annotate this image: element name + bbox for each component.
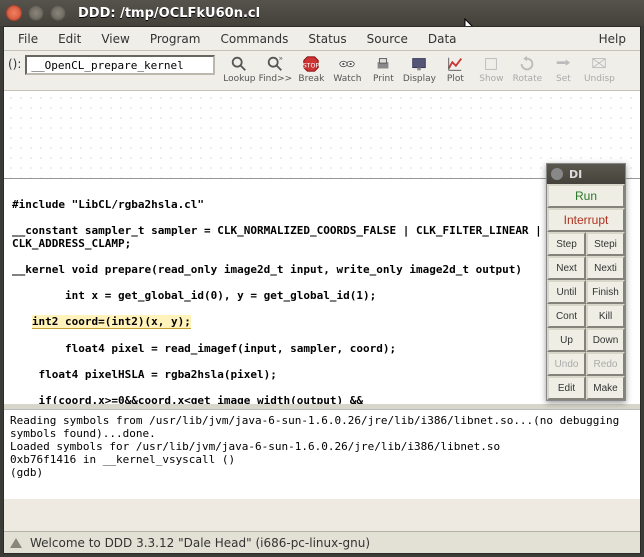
menu-program[interactable]: Program — [140, 30, 211, 48]
find-button[interactable]: » Find>> — [257, 53, 293, 86]
down-button[interactable]: Down — [586, 328, 625, 352]
source-line — [12, 302, 632, 315]
until-button[interactable]: Until — [547, 280, 586, 304]
status-bar: Welcome to DDD 3.3.12 "Dale Head" (i686-… — [4, 531, 640, 553]
source-line: int2 coord=(int2)(x, y); — [12, 315, 632, 329]
window-maximize-icon[interactable] — [50, 5, 66, 21]
plot-button[interactable]: Plot — [437, 53, 473, 86]
menu-commands[interactable]: Commands — [210, 30, 298, 48]
source-line — [12, 355, 632, 368]
step-button[interactable]: Step — [547, 232, 586, 256]
source-line: float4 pixelHSLA = rgba2hsla(pixel); — [12, 368, 632, 381]
interrupt-button[interactable]: Interrupt — [547, 208, 625, 232]
source-line: __kernel void prepare(read_only image2d_… — [12, 263, 632, 276]
source-line — [12, 211, 632, 224]
gdb-console[interactable]: Reading symbols from /usr/lib/jvm/java-6… — [4, 409, 640, 499]
menu-source[interactable]: Source — [357, 30, 418, 48]
print-button[interactable]: Print — [365, 53, 401, 86]
finish-button[interactable]: Finish — [586, 280, 625, 304]
set-button[interactable]: Set — [545, 53, 581, 86]
run-button[interactable]: Run — [547, 184, 625, 208]
data-display-pane[interactable] — [4, 91, 640, 179]
next-button[interactable]: Next — [547, 256, 586, 280]
edit-button[interactable]: Edit — [547, 376, 586, 400]
display-button[interactable]: Display — [401, 53, 437, 86]
window-titlebar: DDD: /tmp/OCLFkU60n.cl — [0, 0, 644, 26]
source-line: float4 pixel = read_imagef(input, sample… — [12, 342, 632, 355]
make-button[interactable]: Make — [586, 376, 625, 400]
source-line: __constant sampler_t sampler = CLK_NORMA… — [12, 224, 632, 237]
break-button[interactable]: STOP Break — [293, 53, 329, 86]
source-line — [12, 329, 632, 342]
cont-button[interactable]: Cont — [547, 304, 586, 328]
function-input[interactable] — [25, 55, 215, 75]
source-line — [12, 276, 632, 289]
svg-text:»: » — [279, 55, 283, 62]
menu-help[interactable]: Help — [589, 30, 636, 48]
undo-button[interactable]: Undo — [547, 352, 586, 376]
menu-data[interactable]: Data — [418, 30, 467, 48]
function-label: (): — [8, 53, 21, 71]
status-indicator-icon — [10, 538, 22, 548]
watch-button[interactable]: Watch — [329, 53, 365, 86]
stepi-button[interactable]: Stepi — [586, 232, 625, 256]
menu-edit[interactable]: Edit — [48, 30, 91, 48]
menu-file[interactable]: File — [8, 30, 48, 48]
source-line: CLK_ADDRESS_CLAMP; — [12, 237, 632, 250]
redo-button[interactable]: Redo — [586, 352, 625, 376]
toolbar: (): Lookup » Find>> STOP Break Watch Pri… — [4, 51, 640, 91]
svg-text:STOP: STOP — [303, 63, 320, 70]
window-close-icon[interactable] — [6, 5, 22, 21]
menu-view[interactable]: View — [91, 30, 139, 48]
source-line — [12, 250, 632, 263]
menu-status[interactable]: Status — [298, 30, 356, 48]
nexti-button[interactable]: Nexti — [586, 256, 625, 280]
source-line: #include "LibCL/rgba2hsla.cl" — [12, 198, 632, 211]
source-line: int x = get_global_id(0), y = get_global… — [12, 289, 632, 302]
source-pane[interactable]: #include "LibCL/rgba2hsla.cl" __constant… — [4, 179, 640, 409]
lookup-button[interactable]: Lookup — [221, 53, 257, 86]
window-minimize-icon[interactable] — [28, 5, 44, 21]
menubar: FileEditViewProgramCommandsStatusSourceD… — [4, 27, 640, 51]
show-button[interactable]: Show — [473, 53, 509, 86]
undisp-button[interactable]: Undisp — [581, 53, 617, 86]
command-tool-close-icon[interactable] — [551, 168, 563, 180]
window-title: DDD: /tmp/OCLFkU60n.cl — [78, 6, 260, 21]
command-tool-panel: DI Run Interrupt StepStepiNextNextiUntil… — [546, 163, 626, 401]
source-line — [12, 381, 632, 394]
source-line — [12, 185, 632, 198]
status-text: Welcome to DDD 3.3.12 "Dale Head" (i686-… — [30, 536, 370, 550]
up-button[interactable]: Up — [547, 328, 586, 352]
source-line: if(coord.x>=0&&coord.x<get_image_width(o… — [12, 394, 632, 407]
kill-button[interactable]: Kill — [586, 304, 625, 328]
command-tool-titlebar[interactable]: DI — [547, 164, 625, 184]
rotate-button[interactable]: Rotate — [509, 53, 545, 86]
